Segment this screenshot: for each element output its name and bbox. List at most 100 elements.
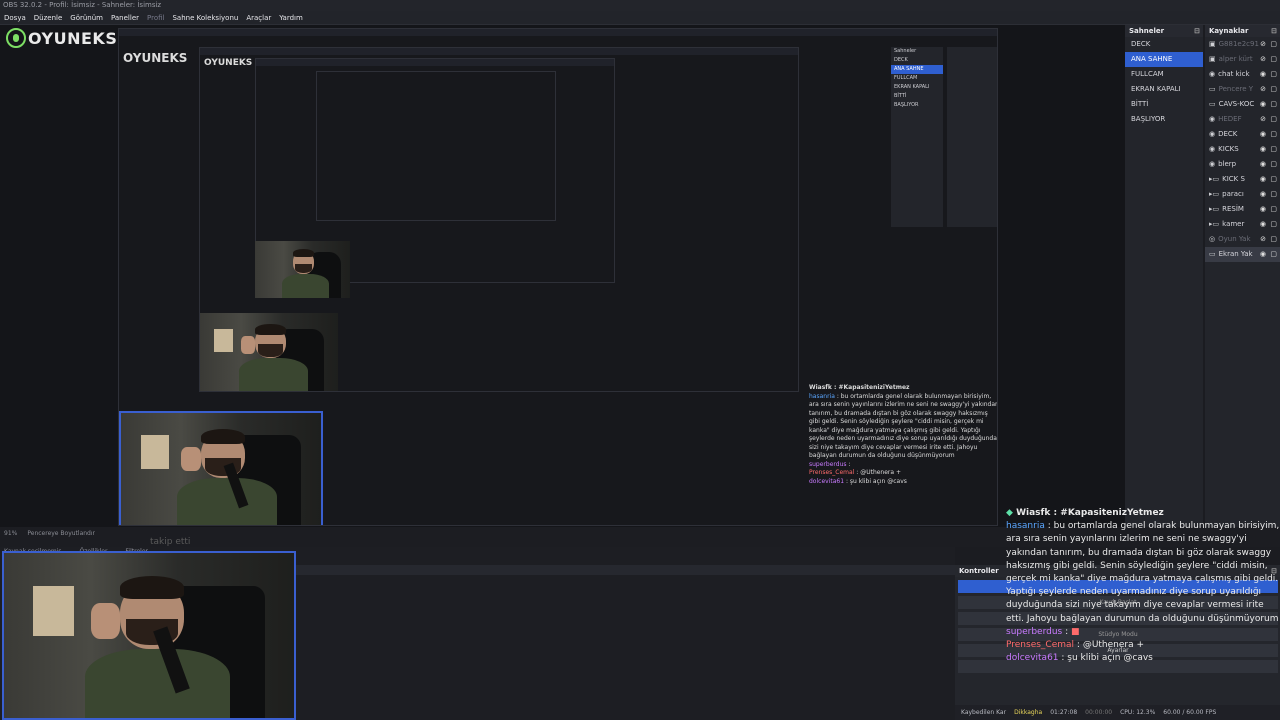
sources-header: Kaynaklar ⊟ <box>1205 25 1280 37</box>
visibility-eye-icon[interactable]: ◉ <box>1260 142 1266 157</box>
source-item[interactable]: ◎ Oyun Yak ⊘ ▢ <box>1205 232 1280 247</box>
visibility-eye-icon[interactable]: ◉ <box>1260 67 1266 82</box>
source-item[interactable]: ▭ Pencere Y ⊘ ▢ <box>1205 82 1280 97</box>
source-item[interactable]: ▸▭ RESİM ◉ ▢ <box>1205 202 1280 217</box>
visibility-eye-icon[interactable]: ◉ <box>1260 172 1266 187</box>
scene-item[interactable]: BİTTİ <box>1125 97 1203 112</box>
folder-icon: ▸▭ <box>1209 190 1220 198</box>
lock-icon[interactable]: ▢ <box>1270 97 1277 112</box>
source-label: Ekran Yak <box>1218 250 1253 258</box>
nested-chat: Wiasfk : #KapasiteniziYetmez hasanria : … <box>809 384 998 485</box>
visibility-eye-icon[interactable]: ◉ <box>1260 157 1266 172</box>
lock-icon[interactable]: ▢ <box>1270 187 1277 202</box>
lock-icon[interactable]: ▢ <box>1270 157 1277 172</box>
scene-item[interactable]: DECK <box>1125 37 1203 52</box>
source-item[interactable]: ▸▭ paracı ◉ ▢ <box>1205 187 1280 202</box>
image-icon: ▣ <box>1209 55 1216 63</box>
source-label: KICKS <box>1218 145 1239 153</box>
source-item[interactable]: ◉ HEDEF ⊘ ▢ <box>1205 112 1280 127</box>
lock-icon[interactable]: ▢ <box>1270 202 1277 217</box>
menu-0[interactable]: Dosya <box>4 11 26 24</box>
source-item[interactable]: ▸▭ kamer ◉ ▢ <box>1205 217 1280 232</box>
menu-7[interactable]: Yardım <box>279 11 303 24</box>
logo-text: OYUNEKS <box>28 28 118 48</box>
ghost-follow-text: takip etti <box>150 537 191 547</box>
menu-3[interactable]: Paneller <box>111 11 139 24</box>
nested-logo: OYUNEKS <box>123 51 188 65</box>
menu-2[interactable]: Görünüm <box>70 11 103 24</box>
folder-icon: ▸▭ <box>1209 220 1220 228</box>
sources-panel: Kaynaklar ⊟ ▣ G881e2c91 ⊘ ▢ ▣ alper kürt ⊘ ▢ ◉ cha… <box>1205 25 1280 527</box>
scene-item[interactable]: ANA SAHNE <box>1125 52 1203 67</box>
lock-icon[interactable]: ▢ <box>1270 52 1277 67</box>
scene-item[interactable]: FULLCAM <box>1125 67 1203 82</box>
menu-5[interactable]: Sahne Koleksiyonu <box>172 11 238 24</box>
folder-icon: ▸▭ <box>1209 175 1220 183</box>
visibility-eye-icon[interactable]: ◉ <box>1260 127 1266 142</box>
logo-mark-icon <box>6 28 26 48</box>
nested-preview-4 <box>316 71 556 221</box>
cpu-usage: CPU: 12.3% <box>1120 709 1156 716</box>
fit-window-button[interactable]: Pencereye Boyutlandır <box>27 529 95 539</box>
folder-icon: ▸▭ <box>1209 205 1220 213</box>
menu-4[interactable]: Profil <box>147 11 164 24</box>
visibility-eye-icon[interactable]: ◉ <box>1260 187 1266 202</box>
visibility-eye-icon[interactable]: ⊘ <box>1260 112 1266 127</box>
lock-icon[interactable]: ▢ <box>1270 247 1277 262</box>
scene-item[interactable]: BAŞLIYOR <box>1125 112 1203 127</box>
source-item[interactable]: ▣ G881e2c91 ⊘ ▢ <box>1205 37 1280 52</box>
lock-icon[interactable]: ▢ <box>1270 142 1277 157</box>
visibility-eye-icon[interactable]: ⊘ <box>1260 232 1266 247</box>
record-time: 01:27:08 <box>1050 709 1078 716</box>
browser-icon: ◉ <box>1209 160 1216 168</box>
monitor-icon: ▭ <box>1209 250 1216 258</box>
visibility-eye-icon[interactable]: ⊘ <box>1260 82 1266 97</box>
zoom-level[interactable]: 91% <box>4 529 17 539</box>
source-item[interactable]: ◉ KICKS ◉ ▢ <box>1205 142 1280 157</box>
source-item[interactable]: ▭ Ekran Yak ◉ ▢ <box>1205 247 1280 262</box>
lock-icon[interactable]: ▢ <box>1270 172 1277 187</box>
source-label: KICK S <box>1222 175 1245 183</box>
lock-icon[interactable]: ▢ <box>1270 232 1277 247</box>
source-item[interactable]: ▣ alper kürt ⊘ ▢ <box>1205 52 1280 67</box>
chat-line-2: hasanria : bu ortamlarda genel olarak bu… <box>1006 521 1280 624</box>
menu-bar: Dosya Düzenle Görünüm Paneller Profil Sahne K… <box>0 11 1280 25</box>
visibility-eye-icon[interactable]: ⊘ <box>1260 37 1266 52</box>
visibility-eye-icon[interactable]: ◉ <box>1260 202 1266 217</box>
panel-menu-icon[interactable]: ⊟ <box>1271 25 1277 37</box>
lock-icon[interactable]: ▢ <box>1270 82 1277 97</box>
visibility-eye-icon[interactable]: ⊘ <box>1260 52 1266 67</box>
window-icon: ▭ <box>1209 85 1216 93</box>
menu-1[interactable]: Düzenle <box>34 11 63 24</box>
source-label: CAVS-KOC <box>1218 100 1255 108</box>
visibility-eye-icon[interactable]: ◉ <box>1260 217 1266 232</box>
lock-icon[interactable]: ▢ <box>1270 37 1277 52</box>
nested-preview-1: OYUNEKS OYUNEKS Sahneler DECK ANA SAHNE … <box>118 28 998 526</box>
preview-canvas[interactable]: OYUNEKS OYUNEKS OYUNEKS Sahneler DECK AN… <box>0 25 1125 527</box>
window-title: OBS 32.0.2 - Profil: İsimsiz - Sahneler:… <box>0 0 1280 11</box>
webcam-main <box>2 551 296 720</box>
lock-icon[interactable]: ▢ <box>1270 67 1277 82</box>
lock-icon[interactable]: ▢ <box>1270 127 1277 142</box>
panel-menu-icon[interactable]: ⊟ <box>1194 25 1200 37</box>
source-item[interactable]: ◉ blerp ◉ ▢ <box>1205 157 1280 172</box>
chat-line-4: Prenses_Cemal : @Uthenera + <box>1006 640 1145 651</box>
webcam-nested-2 <box>200 313 338 391</box>
visibility-eye-icon[interactable]: ◉ <box>1260 97 1266 112</box>
menu-6[interactable]: Araçlar <box>246 11 271 24</box>
source-item[interactable]: ◉ DECK ◉ ▢ <box>1205 127 1280 142</box>
visibility-eye-icon[interactable]: ◉ <box>1260 247 1266 262</box>
source-label: RESİM <box>1222 205 1244 213</box>
webcam-nested-1 <box>119 411 323 525</box>
lock-icon[interactable]: ▢ <box>1270 112 1277 127</box>
browser-icon: ◉ <box>1209 115 1216 123</box>
source-label: Pencere Y <box>1218 85 1254 93</box>
source-item[interactable]: ▭ CAVS-KOC ◉ ▢ <box>1205 97 1280 112</box>
source-item[interactable]: ◉ chat kick ◉ ▢ <box>1205 67 1280 82</box>
badge-icon: ◆ <box>1006 508 1013 518</box>
scene-item[interactable]: EKRAN KAPALI <box>1125 82 1203 97</box>
source-toolbar-dock: Kaynak seçilmemiş Özellikler Filtreler t… <box>0 537 955 720</box>
lock-icon[interactable]: ▢ <box>1270 217 1277 232</box>
source-item[interactable]: ▸▭ KICK S ◉ ▢ <box>1205 172 1280 187</box>
nested-scenes-panel: Sahneler DECK ANA SAHNE FULLCAM EKRAN KA… <box>891 47 943 227</box>
